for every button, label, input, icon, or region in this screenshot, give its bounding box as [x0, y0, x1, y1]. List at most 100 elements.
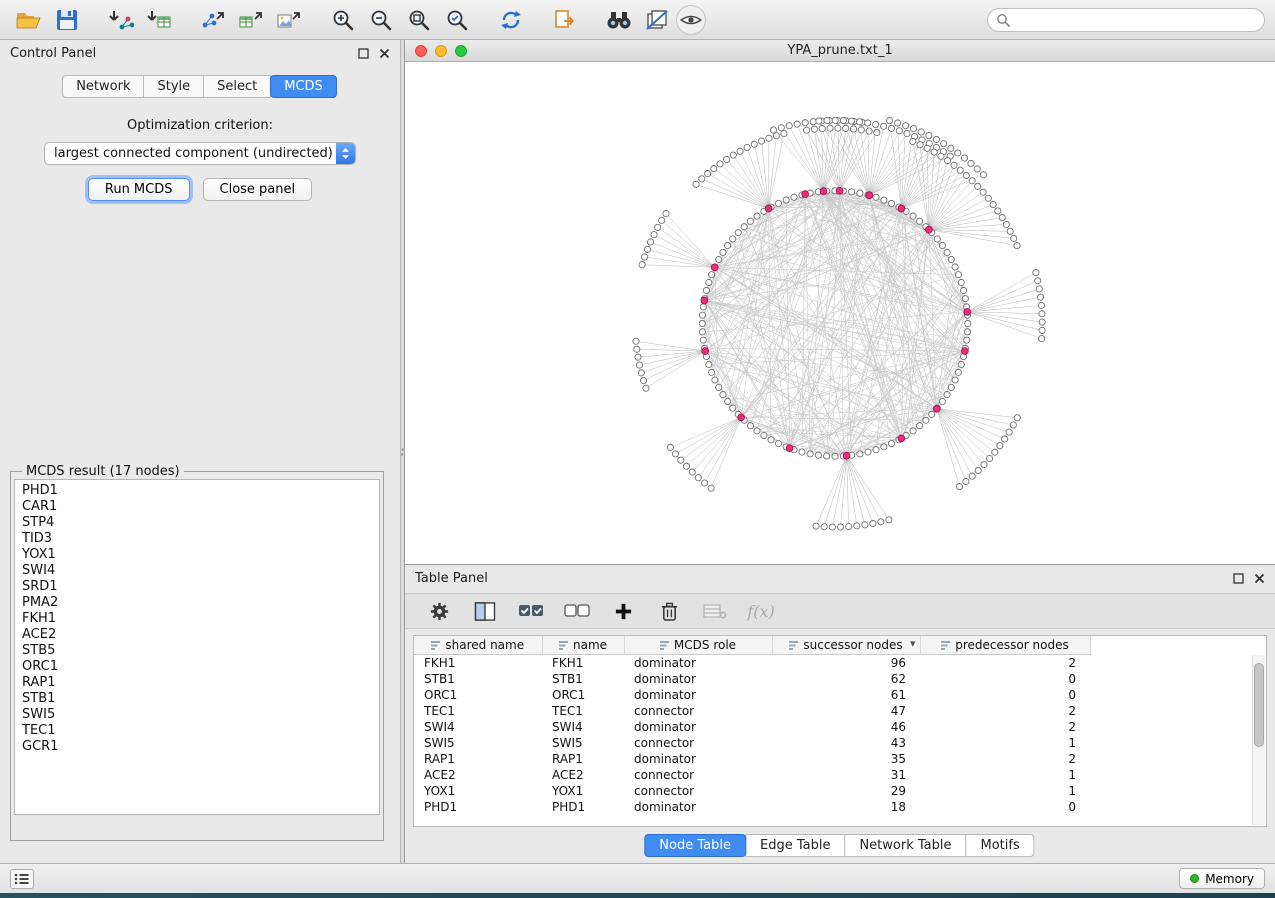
zoom-fit-button[interactable] — [400, 4, 438, 36]
table-row[interactable]: SWI4SWI4dominator462 — [414, 719, 1090, 735]
panels-menu-button[interactable] — [10, 869, 34, 889]
cell-predecessor_nodes: 2 — [920, 654, 1090, 671]
run-mcds-button[interactable]: Run MCDS — [88, 178, 190, 201]
table-settings-button[interactable] — [423, 597, 455, 625]
table-row[interactable]: ORC1ORC1dominator610 — [414, 687, 1090, 703]
cell-mcds_role: dominator — [624, 654, 772, 671]
open-session-button[interactable] — [10, 4, 48, 36]
float-panel-icon[interactable] — [358, 48, 369, 59]
tab-network[interactable]: Network — [62, 75, 144, 98]
find-button[interactable] — [600, 4, 638, 36]
column-header-successor-nodes[interactable]: successor nodes▾ — [772, 636, 920, 654]
table-row[interactable]: ACE2ACE2connector311 — [414, 767, 1090, 783]
mcds-result-item[interactable]: ORC1 — [19, 659, 379, 675]
tab-style[interactable]: Style — [143, 75, 204, 98]
save-session-button[interactable] — [48, 4, 86, 36]
mcds-result-item[interactable]: CAR1 — [19, 499, 379, 515]
table-row[interactable]: STB1STB1dominator620 — [414, 671, 1090, 687]
tab-mcds[interactable]: MCDS — [270, 75, 337, 98]
table-row[interactable]: YOX1YOX1connector291 — [414, 783, 1090, 799]
table-row[interactable]: RAP1RAP1dominator352 — [414, 751, 1090, 767]
cell-predecessor_nodes: 0 — [920, 799, 1090, 815]
zoom-selected-icon — [445, 8, 469, 32]
close-panel-button[interactable]: Close panel — [203, 178, 313, 201]
window-zoom-traffic-light[interactable] — [455, 45, 467, 57]
optimization-criterion-label: Optimization criterion: — [0, 118, 400, 133]
toolbar-search-input[interactable] — [1016, 12, 1256, 27]
table-row[interactable]: PHD1PHD1dominator180 — [414, 799, 1090, 815]
mcds-result-item[interactable]: GCR1 — [19, 739, 379, 755]
table-row[interactable]: SWI5SWI5connector431 — [414, 735, 1090, 751]
column-header-predecessor-nodes[interactable]: predecessor nodes — [920, 636, 1090, 654]
table-scrollbar-track[interactable] — [1252, 655, 1265, 825]
delete-table-button[interactable] — [699, 597, 731, 625]
mcds-result-item[interactable]: STB5 — [19, 643, 379, 659]
zoom-in-button[interactable] — [324, 4, 362, 36]
column-header-name[interactable]: name — [542, 636, 624, 654]
cell-successor_nodes: 96 — [772, 654, 920, 671]
function-builder-button[interactable]: f(x) — [745, 597, 777, 625]
cell-predecessor_nodes: 1 — [920, 767, 1090, 783]
deselect-all-rows-button[interactable] — [561, 597, 593, 625]
column-header-MCDS-role[interactable]: MCDS role — [624, 636, 772, 654]
splitter-arrows-icon — [401, 444, 404, 460]
memory-button[interactable]: Memory — [1179, 868, 1265, 889]
select-all-rows-button[interactable] — [515, 597, 547, 625]
tab-node-table[interactable]: Node Table — [644, 834, 746, 857]
delete-table-icon — [703, 602, 727, 620]
add-column-button[interactable] — [607, 597, 639, 625]
import-table-button[interactable] — [140, 4, 178, 36]
mcds-result-item[interactable]: FKH1 — [19, 611, 379, 627]
table-panel-title: Table Panel — [415, 571, 488, 586]
table-toolbar: f(x) — [405, 593, 1275, 629]
refresh-view-button[interactable] — [492, 4, 530, 36]
mcds-result-item[interactable]: YOX1 — [19, 547, 379, 563]
cell-mcds_role: dominator — [624, 751, 772, 767]
table-row[interactable]: FKH1FKH1dominator962 — [414, 654, 1090, 671]
export-table-button[interactable] — [232, 4, 270, 36]
mcds-result-item[interactable]: PMA2 — [19, 595, 379, 611]
show-columns-button[interactable] — [469, 597, 501, 625]
close-panel-icon[interactable] — [379, 48, 390, 59]
tab-edge-table[interactable]: Edge Table — [745, 834, 845, 857]
mcds-result-item[interactable]: SWI5 — [19, 707, 379, 723]
mcds-result-item[interactable]: ACE2 — [19, 627, 379, 643]
table-row[interactable]: TEC1TEC1connector472 — [414, 703, 1090, 719]
mcds-result-item[interactable]: SWI4 — [19, 563, 379, 579]
graphics-details-button[interactable] — [638, 4, 676, 36]
cell-name: ORC1 — [542, 687, 624, 703]
clone-network-button[interactable] — [546, 4, 584, 36]
float-table-panel-icon[interactable] — [1233, 573, 1244, 584]
import-network-button[interactable] — [102, 4, 140, 36]
export-network-button[interactable] — [194, 4, 232, 36]
mcds-result-item[interactable]: SRD1 — [19, 579, 379, 595]
mcds-result-item[interactable]: STB1 — [19, 691, 379, 707]
show-hide-graphics-button[interactable] — [676, 5, 706, 35]
mcds-result-list: PHD1CAR1STP4TID3YOX1SWI4SRD1PMA2FKH1ACE2… — [14, 479, 380, 815]
criterion-dropdown[interactable]: largest connected component (undirected) — [44, 142, 356, 165]
cell-predecessor_nodes: 2 — [920, 703, 1090, 719]
mcds-result-item[interactable]: TEC1 — [19, 723, 379, 739]
network-view-titlebar[interactable]: YPA_prune.txt_1 — [405, 40, 1275, 62]
export-image-button[interactable] — [270, 4, 308, 36]
delete-column-button[interactable] — [653, 597, 685, 625]
column-header-shared-name[interactable]: shared name — [414, 636, 542, 654]
cell-shared_name: SWI4 — [414, 719, 542, 735]
zoom-selected-button[interactable] — [438, 4, 476, 36]
tab-select[interactable]: Select — [203, 75, 271, 98]
network-graph[interactable] — [405, 62, 1275, 564]
window-close-traffic-light[interactable] — [415, 45, 427, 57]
cell-predecessor_nodes: 0 — [920, 687, 1090, 703]
mcds-result-item[interactable]: TID3 — [19, 531, 379, 547]
close-table-panel-icon[interactable] — [1254, 573, 1265, 584]
mcds-result-item[interactable]: STP4 — [19, 515, 379, 531]
window-minimize-traffic-light[interactable] — [435, 45, 447, 57]
tab-motifs[interactable]: Motifs — [965, 834, 1034, 857]
cell-name: STB1 — [542, 671, 624, 687]
zoom-out-button[interactable] — [362, 4, 400, 36]
table-scrollbar-thumb[interactable] — [1254, 663, 1264, 747]
cell-shared_name: YOX1 — [414, 783, 542, 799]
tab-network-table[interactable]: Network Table — [844, 834, 966, 857]
mcds-result-item[interactable]: PHD1 — [19, 483, 379, 499]
mcds-result-item[interactable]: RAP1 — [19, 675, 379, 691]
